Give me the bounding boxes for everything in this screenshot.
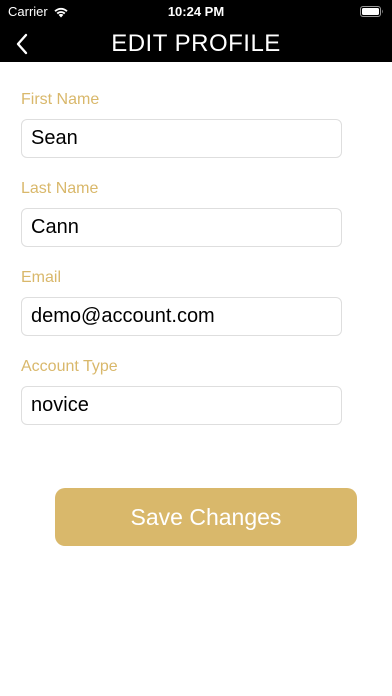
status-time: 10:24 PM bbox=[167, 4, 225, 19]
battery-icon bbox=[360, 5, 384, 17]
account-type-label: Account Type bbox=[21, 358, 118, 375]
email-label: Email bbox=[21, 269, 62, 286]
last-name-label: Last Name bbox=[21, 180, 99, 197]
header: Carrier 10:24 PM EDIT PROFILE bbox=[0, 0, 392, 62]
navigation-bar: EDIT PROFILE bbox=[0, 26, 392, 62]
last-name-input[interactable] bbox=[21, 208, 342, 247]
email-input[interactable] bbox=[21, 297, 342, 336]
first-name-group: First Name bbox=[21, 90, 342, 158]
status-bar: Carrier 10:24 PM bbox=[0, 0, 392, 22]
page-title: EDIT PROFILE bbox=[111, 30, 281, 57]
account-type-input[interactable] bbox=[21, 386, 342, 425]
save-changes-button[interactable]: Save Changes bbox=[55, 488, 357, 546]
first-name-input[interactable] bbox=[21, 119, 342, 158]
edit-profile-form: First Name Last Name Email Account Type bbox=[21, 90, 342, 446]
email-group: Email bbox=[21, 268, 342, 336]
first-name-label: First Name bbox=[21, 91, 100, 108]
last-name-group: Last Name bbox=[21, 179, 342, 247]
account-type-group: Account Type bbox=[21, 357, 342, 425]
